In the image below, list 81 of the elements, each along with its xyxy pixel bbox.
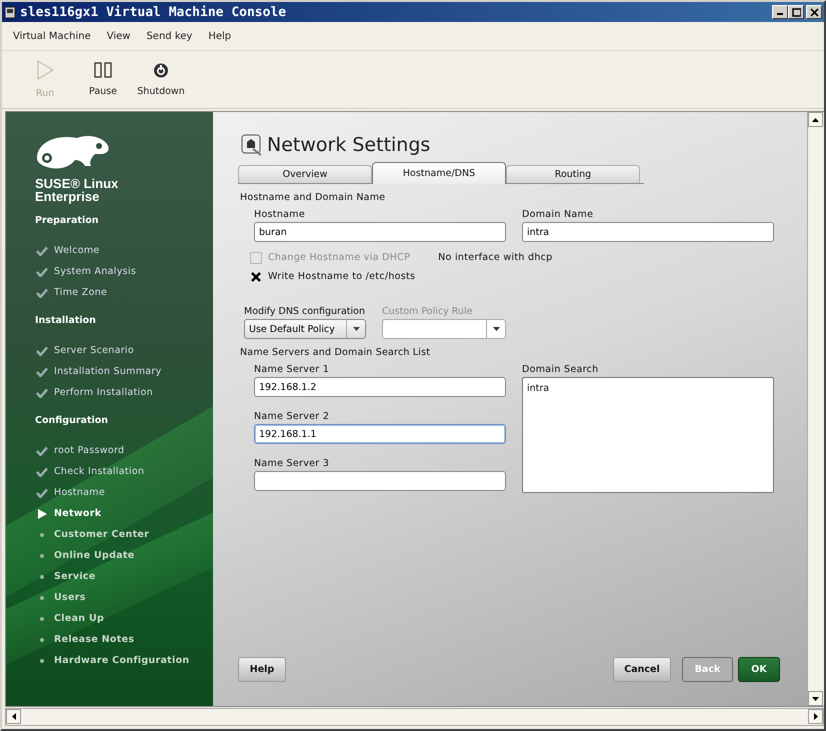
step-label: Check Installation <box>54 466 144 477</box>
section-heading: Configuration <box>35 415 110 426</box>
step-label: Installation Summary <box>54 366 162 377</box>
step-label: Welcome <box>54 245 100 256</box>
step-label: Perform Installation <box>54 387 153 398</box>
domain-name-field[interactable]: intra <box>522 222 774 242</box>
scroll-right-button[interactable] <box>808 709 823 724</box>
maximize-icon <box>792 8 800 16</box>
step-label: Clean Up <box>54 613 104 624</box>
app-icon <box>4 5 16 19</box>
minimize-button[interactable] <box>772 5 788 19</box>
checkbox[interactable] <box>250 270 262 282</box>
step-label: System Analysis <box>54 266 136 277</box>
toolbar-button[interactable]: Shutdown <box>132 51 190 108</box>
x-mark-icon <box>251 272 261 282</box>
hostname-field[interactable]: buran <box>254 222 506 242</box>
power-icon <box>153 62 169 78</box>
section-heading: Preparation <box>35 215 100 226</box>
dns-mode-dropdown[interactable]: Use Default Policy <box>244 319 366 339</box>
horizontal-scrollbar[interactable] <box>5 708 824 726</box>
minimize-icon <box>777 13 783 15</box>
step-label: Hardware Configuration <box>54 655 190 666</box>
toolbar-button[interactable]: Pause <box>74 51 132 108</box>
scroll-left-button[interactable] <box>6 709 21 724</box>
domain-search-field[interactable]: intra <box>522 377 774 493</box>
step-label: Network <box>54 508 102 519</box>
scroll-up-button[interactable] <box>808 112 823 127</box>
tab[interactable]: Routing <box>506 165 640 183</box>
group-heading: Hostname and Domain Name <box>240 192 386 203</box>
ok-button[interactable]: OK <box>738 657 780 682</box>
pause-icon <box>94 62 112 78</box>
step-label: Customer Center <box>54 529 150 540</box>
field-label: Domain Search <box>522 364 600 377</box>
step-label: Hostname <box>54 487 105 498</box>
menu-item[interactable]: View <box>106 30 130 42</box>
checkbox-label: Write Hostname to /etc/hosts <box>268 271 416 282</box>
maximize-button[interactable] <box>788 5 804 19</box>
step-label: Server Scenario <box>54 345 134 356</box>
network-card-icon <box>241 134 263 156</box>
step-label: Release Notes <box>54 634 134 645</box>
scroll-down-button[interactable] <box>808 691 823 706</box>
play-icon <box>36 60 54 80</box>
section-heading: Installation <box>35 315 97 326</box>
field-label: Name Server 3 <box>254 458 330 471</box>
checkbox-label: Change Hostname via DHCP <box>268 252 410 263</box>
left-arrow-icon <box>12 713 16 720</box>
help-button[interactable]: Help <box>238 657 286 682</box>
field-label: Custom Policy Rule <box>382 306 474 317</box>
close-button[interactable] <box>806 5 822 19</box>
field-label: Domain Name <box>522 209 594 222</box>
tab[interactable]: Overview <box>238 165 372 183</box>
dropdown-arrow-icon <box>492 327 500 331</box>
down-arrow-icon <box>812 696 819 700</box>
name-server-field[interactable] <box>254 471 506 491</box>
dropdown-arrow-icon <box>352 327 360 331</box>
step-label: Time Zone <box>54 287 108 298</box>
group-heading: Name Servers and Domain Search List <box>240 347 432 358</box>
right-arrow-icon <box>814 713 818 720</box>
name-server-field[interactable]: 192.168.1.1 <box>254 424 506 444</box>
vertical-scrollbar[interactable] <box>807 112 824 706</box>
up-arrow-icon <box>812 118 819 122</box>
tab[interactable]: Hostname/DNS <box>372 162 506 184</box>
field-label: Name Server 2 <box>254 411 330 424</box>
page-title: Network Settings <box>267 134 430 156</box>
field-label: Modify DNS configuration <box>244 306 366 317</box>
status-note: No interface with dhcp <box>438 252 553 263</box>
step-label: root Password <box>54 445 124 456</box>
window-title: sles116gx1 Virtual Machine Console <box>20 4 288 20</box>
step-label: Online Update <box>54 550 134 561</box>
toolbar-button: Run <box>16 51 74 108</box>
cancel-button[interactable]: Cancel <box>613 657 671 682</box>
brand-name: SUSE® Linux Enterprise <box>35 177 120 203</box>
field-label: Hostname <box>254 209 306 222</box>
step-label: Users <box>54 592 86 603</box>
menu-item[interactable]: Send key <box>146 30 192 42</box>
menu-item[interactable]: Help <box>208 30 232 42</box>
step-label: Service <box>54 571 96 582</box>
close-icon <box>810 8 818 16</box>
name-server-field[interactable]: 192.168.1.2 <box>254 377 506 397</box>
menu-item[interactable]: Virtual Machine <box>13 30 91 42</box>
field-label: Name Server 1 <box>254 364 330 377</box>
